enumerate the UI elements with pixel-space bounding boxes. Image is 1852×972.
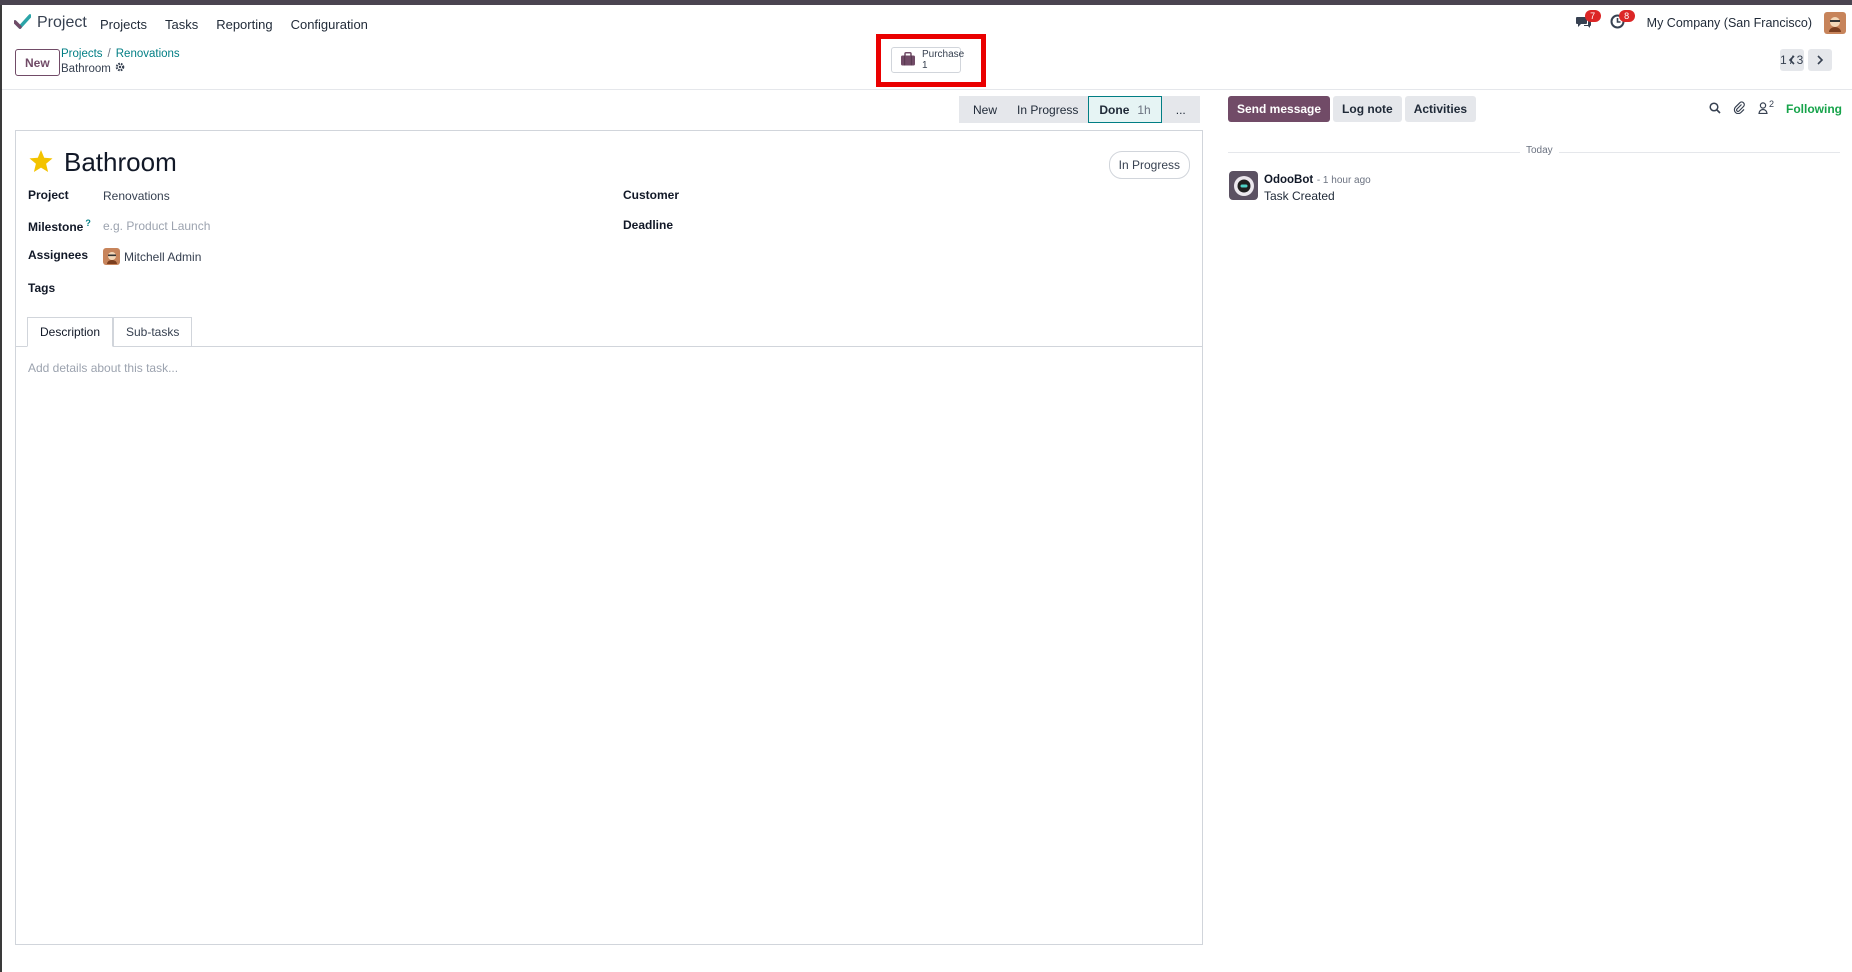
- title-row: Bathroom: [28, 147, 177, 178]
- chatter-message: OdooBot - 1 hour ago Task Created: [1229, 171, 1371, 203]
- menu-projects[interactable]: Projects: [100, 17, 147, 32]
- description-editor[interactable]: Add details about this task...: [28, 361, 178, 375]
- deadline-label: Deadline: [623, 218, 674, 232]
- highlight-box: Purchase 1: [876, 34, 986, 87]
- chatter-topbar-icons: 2 Following: [1709, 98, 1842, 117]
- milestone-label-text: Milestone: [28, 220, 84, 234]
- stage-done-duration: 1h: [1137, 102, 1151, 117]
- control-panel: New Projects / Renovations Bathroom Purcha…: [2, 34, 1852, 90]
- notebook-tabs: Description Sub-tasks: [16, 315, 1202, 347]
- tab-sub-tasks[interactable]: Sub-tasks: [113, 317, 193, 346]
- assignee-name: Mitchell Admin: [124, 249, 202, 264]
- task-title[interactable]: Bathroom: [64, 147, 177, 178]
- assignees-label: Assignees: [28, 248, 89, 262]
- pager-next-button[interactable]: [1808, 49, 1832, 71]
- systray: 7 8 My Company (San Francisco): [1573, 10, 1846, 34]
- activities-menu[interactable]: 8: [1607, 10, 1635, 34]
- activities-badge: 8: [1618, 10, 1635, 22]
- purchase-count: 1: [922, 60, 928, 71]
- stage-statusbar: New In Progress Done 1h ...: [959, 96, 1200, 123]
- breadcrumb-current: Bathroom: [61, 62, 111, 75]
- menu-reporting[interactable]: Reporting: [216, 17, 272, 32]
- app-brand[interactable]: Project: [13, 14, 87, 32]
- messages-badge: 7: [1584, 10, 1601, 22]
- briefcase-icon: [900, 51, 916, 69]
- activities-button[interactable]: Activities: [1404, 96, 1477, 122]
- gear-icon[interactable]: [115, 62, 125, 75]
- chevron-right-icon: [1817, 55, 1824, 65]
- menu-configuration[interactable]: Configuration: [291, 17, 368, 32]
- main-menu: Projects Tasks Reporting Configuration: [100, 17, 368, 32]
- stage-done[interactable]: Done 1h: [1088, 96, 1162, 123]
- purchase-smart-button[interactable]: Purchase 1: [891, 47, 965, 73]
- search-icon[interactable]: [1709, 101, 1721, 117]
- milestone-label: Milestone?: [28, 218, 91, 234]
- breadcrumb-renovations[interactable]: Renovations: [116, 48, 180, 60]
- odoobot-avatar[interactable]: [1229, 171, 1258, 200]
- project-app-icon: [13, 14, 32, 32]
- user-avatar[interactable]: [1824, 12, 1846, 34]
- followers-count: 2: [1768, 98, 1774, 109]
- pager-value[interactable]: 1 / 3: [1780, 53, 1803, 67]
- message-time: - 1 hour ago: [1316, 175, 1371, 186]
- messaging-menu[interactable]: 7: [1573, 10, 1601, 34]
- task-state-button[interactable]: In Progress: [1108, 151, 1190, 179]
- breadcrumb-separator: /: [107, 48, 111, 60]
- followers-button[interactable]: 2: [1758, 98, 1774, 117]
- app-name: Project: [37, 14, 87, 31]
- project-label: Project: [28, 188, 69, 202]
- following-button[interactable]: Following: [1786, 102, 1842, 116]
- assignee-avatar: [103, 248, 120, 265]
- milestone-help-icon[interactable]: ?: [85, 218, 91, 228]
- project-field[interactable]: Renovations: [103, 189, 170, 203]
- user-icon: [1758, 101, 1768, 117]
- purchase-label: Purchase: [922, 49, 965, 60]
- chatter-actions: Send message Log note Activities: [1228, 96, 1477, 122]
- window-left-strip: [0, 5, 2, 972]
- breadcrumb-projects[interactable]: Projects: [61, 48, 103, 60]
- tab-description[interactable]: Description: [27, 317, 114, 347]
- date-separator: Today: [1520, 145, 1559, 156]
- milestone-field[interactable]: e.g. Product Launch: [103, 219, 210, 233]
- pager: 1 / 3: [1780, 49, 1832, 71]
- company-switcher[interactable]: My Company (San Francisco): [1647, 16, 1812, 30]
- stage-in-progress[interactable]: In Progress: [1007, 96, 1089, 123]
- log-note-button[interactable]: Log note: [1333, 96, 1402, 122]
- customer-label: Customer: [623, 188, 680, 202]
- tags-label: Tags: [28, 281, 56, 295]
- new-button[interactable]: New: [15, 49, 60, 76]
- send-message-button[interactable]: Send message: [1228, 96, 1331, 122]
- star-icon[interactable]: [28, 149, 54, 177]
- deadline-field[interactable]: [696, 215, 1096, 233]
- stage-done-label: Done: [1099, 102, 1130, 117]
- message-body: Task Created: [1264, 189, 1335, 203]
- customer-field[interactable]: [696, 185, 1096, 203]
- message-author[interactable]: OdooBot: [1264, 174, 1313, 186]
- paperclip-icon[interactable]: [1733, 101, 1746, 117]
- form-sheet: Bathroom In Progress Project Renovations…: [15, 130, 1203, 945]
- breadcrumb: Projects / Renovations Bathroom: [61, 48, 180, 75]
- assignees-field[interactable]: Mitchell Admin: [103, 248, 201, 265]
- stage-more-button[interactable]: ...: [1161, 96, 1200, 123]
- stage-new[interactable]: New: [959, 96, 1008, 123]
- tags-field[interactable]: [103, 277, 503, 295]
- menu-tasks[interactable]: Tasks: [165, 17, 198, 32]
